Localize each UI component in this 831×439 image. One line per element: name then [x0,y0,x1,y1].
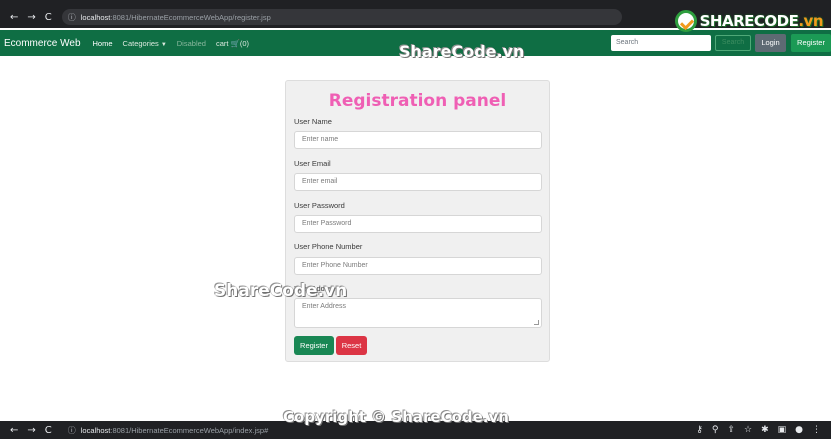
url-path-bottom: :8081/HibernateEcommerceWebApp/index.jsp… [110,425,269,435]
username-label: User Name [294,117,332,126]
address-bar[interactable]: ⓘ localhost:8081/HibernateEcommerceWebAp… [61,9,622,25]
reload-icon-bottom[interactable]: C [45,425,52,436]
phone-input[interactable]: Enter Phone Number [294,257,542,275]
url-host: localhost [80,12,111,22]
site-info-icon-bottom[interactable]: ⓘ [68,425,76,436]
watermark-top: ShareCode.vn [399,42,525,61]
email-label: User Email [294,159,331,168]
reload-icon[interactable]: C [45,12,52,23]
password-input[interactable]: Enter Password [294,215,542,233]
forward-arrow-icon[interactable]: → [27,12,35,23]
watermark-bottom: Copyright © ShareCode.vn [283,408,509,426]
nav-disabled: Disabled [176,38,206,48]
register-button[interactable]: Register [294,336,334,355]
email-input[interactable]: Enter email [294,173,542,191]
username-input[interactable]: Enter name [294,131,542,149]
search-button[interactable]: Search [715,35,751,51]
registration-card: Registration panel User Name Enter name … [285,80,550,362]
browser-extension-icons: ⚷ ⚲ ⇪ ☆ ✱ ▣ ● ⋮ [696,425,821,435]
watermark-middle: ShareCode.vn [214,281,348,301]
menu-dots-icon[interactable]: ⋮ [812,425,821,435]
share-icon[interactable]: ⇪ [727,425,735,435]
site-info-icon[interactable]: ⓘ [68,12,76,23]
address-textarea[interactable]: Enter Address [294,298,542,328]
nav-categories-label: Categories [122,38,159,48]
forward-arrow-icon-bottom[interactable]: → [27,425,35,436]
page-title: Registration panel [328,91,507,111]
back-arrow-icon-bottom[interactable]: ← [10,425,18,436]
browser-nav-icons: ← → C [0,12,52,23]
sharecode-logo: SHARECODE.vn [674,10,823,32]
url-path: :8081/HibernateEcommerceWebApp/register.… [110,12,271,22]
resize-grip-icon[interactable] [534,320,539,325]
nav-categories[interactable]: Categories ▼ [123,39,167,48]
sidebar-icon[interactable]: ▣ [778,425,787,435]
puzzle-icon[interactable]: ✱ [761,425,769,435]
caret-down-icon: ▼ [160,41,167,48]
phone-label: User Phone Number [294,242,363,251]
password-label: User Password [294,201,345,210]
brand-link[interactable]: Ecommerce Web [0,38,81,49]
back-arrow-icon[interactable]: ← [10,12,18,23]
search-input[interactable]: Search [611,35,711,51]
nav-home[interactable]: Home [93,39,113,48]
nav-cart[interactable]: cart 🛒(0) [216,39,249,48]
profile-avatar-icon[interactable]: ● [795,425,803,435]
browser-nav-icons-bottom: ← → C [0,425,52,436]
address-bar-bottom[interactable]: ⓘ localhost:8081/HibernateEcommerceWebAp… [62,422,274,438]
logo-text-accent: .vn [798,12,823,30]
zoom-icon[interactable]: ⚲ [712,425,719,435]
logo-text-main: SHARECODE [699,12,799,30]
url-host-bottom: localhost [80,425,111,435]
star-icon[interactable]: ☆ [744,425,752,435]
key-icon[interactable]: ⚷ [696,425,703,435]
login-button[interactable]: Login [755,34,786,52]
reset-button[interactable]: Reset [336,336,367,355]
navbar-register-button[interactable]: Register [791,34,831,52]
address-placeholder: Enter Address [302,303,346,310]
sharecode-logo-icon [674,10,697,32]
